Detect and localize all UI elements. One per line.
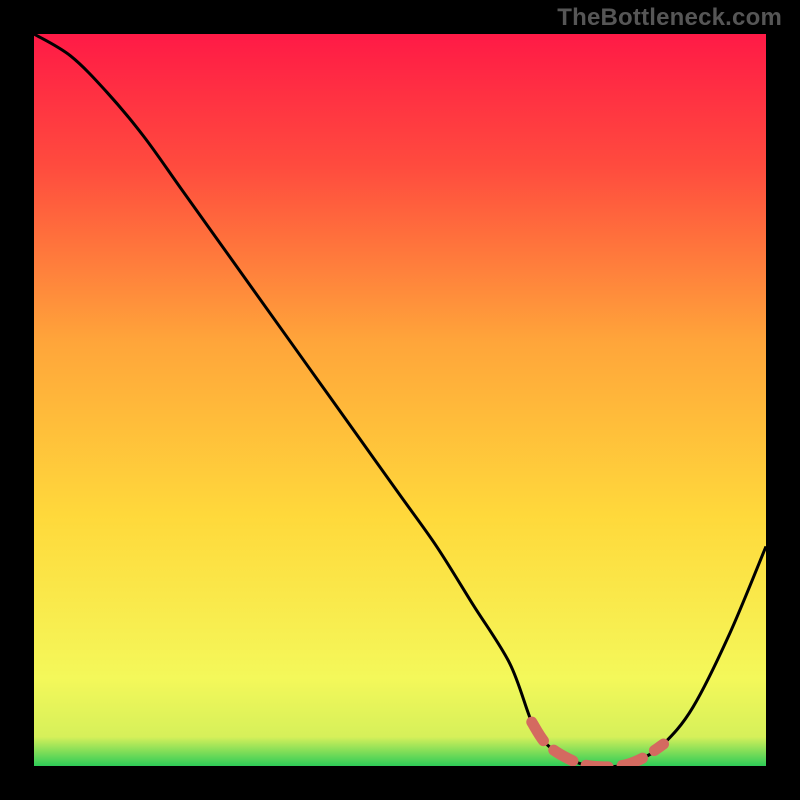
plot-area xyxy=(34,34,766,766)
gradient-background xyxy=(34,34,766,766)
chart-frame: TheBottleneck.com xyxy=(0,0,800,800)
watermark-text: TheBottleneck.com xyxy=(557,4,782,32)
chart-svg xyxy=(34,34,766,766)
